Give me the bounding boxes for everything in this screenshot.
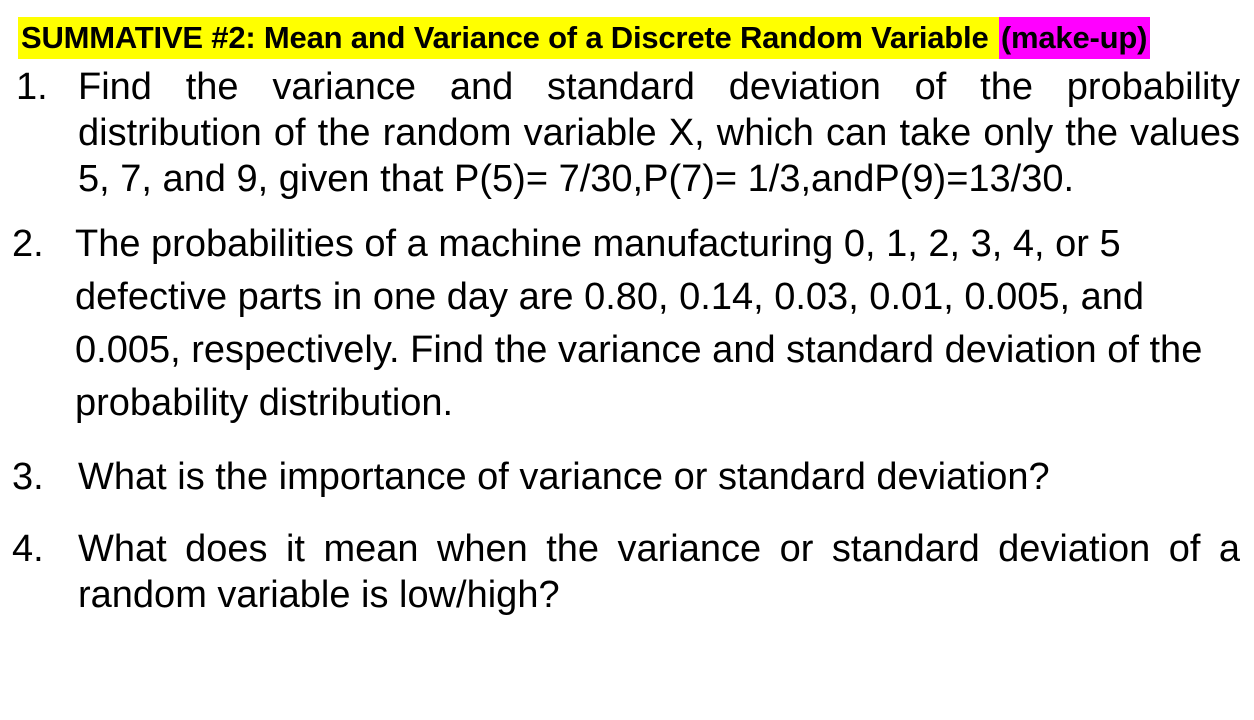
- slide-canvas: SUMMATIVE #2: Mean and Variance of a Dis…: [0, 0, 1254, 720]
- list-item-number: 1.: [16, 66, 48, 108]
- list-item-number: 4.: [12, 528, 44, 570]
- list-item: 3. What is the importance of variance or …: [0, 454, 1254, 500]
- slide-title: SUMMATIVE #2: Mean and Variance of a Dis…: [18, 16, 1236, 60]
- list-item-text: What does it mean when the variance or s…: [78, 528, 1240, 616]
- list-item: 1. Find the variance and standard deviati…: [0, 64, 1254, 202]
- list-item-text: The probabilities of a machine manufactu…: [75, 223, 1203, 424]
- title-makeup-tag: (make-up): [998, 17, 1151, 59]
- title-main-text: SUMMATIVE #2: Mean and Variance of a Dis…: [18, 17, 999, 59]
- question-list: 1. Find the variance and standard deviati…: [0, 62, 1254, 618]
- list-item-number: 2.: [12, 223, 44, 265]
- list-item: 4. What does it mean when the variance or…: [0, 526, 1254, 618]
- list-item-number: 3.: [12, 456, 44, 498]
- list-item: 2. The probabilities of a machine manufac…: [0, 218, 1254, 430]
- list-item-text: What is the importance of variance or st…: [78, 456, 1050, 498]
- list-item-text: Find the variance and standard deviation…: [78, 66, 1240, 200]
